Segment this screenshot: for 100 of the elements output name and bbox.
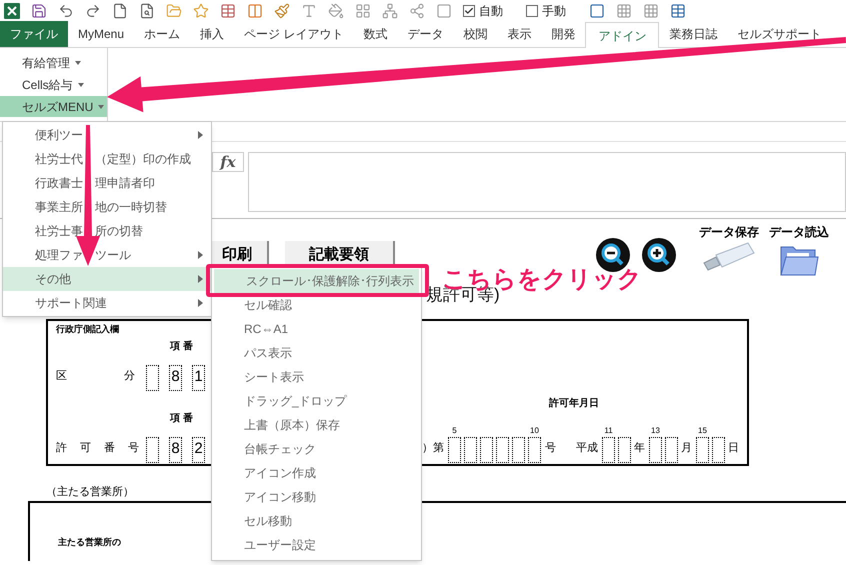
ribbon-tab[interactable]: 校閲	[453, 21, 498, 47]
share-icon[interactable]	[409, 3, 425, 19]
ribbon-tab[interactable]: 挿入	[190, 21, 234, 47]
ribbon-menu-button[interactable]: Cells給与	[0, 74, 107, 95]
ribbon-tab[interactable]: アドイン	[585, 22, 660, 48]
digit-box[interactable]	[496, 436, 509, 462]
data-button-label: データ保存	[699, 224, 759, 241]
menu-item[interactable]: セル移動	[212, 509, 421, 533]
menu-item[interactable]: サポート関連	[3, 291, 211, 315]
number-suffix: 号	[545, 441, 556, 456]
menu-item[interactable]: RC⇔A1	[212, 317, 421, 341]
digit-box[interactable]	[480, 436, 493, 462]
menu-item[interactable]: 社労士代 （定型）印の作成	[3, 147, 211, 171]
menu-item[interactable]: 上書（原本）保存	[212, 413, 421, 437]
ribbon-tab[interactable]: 数式	[353, 21, 398, 47]
dropdown-caret-icon	[75, 60, 81, 64]
menu-item[interactable]: アイコン作成	[212, 461, 421, 485]
menu-item[interactable]: 事業主所 地の一時切替	[3, 195, 211, 219]
shape-icon[interactable]	[436, 3, 452, 19]
diagram-icon[interactable]	[382, 3, 398, 19]
ribbon-menu-button[interactable]: 有給管理	[0, 52, 107, 73]
ribbon-tab[interactable]: セルズサポート	[727, 21, 832, 47]
font-color-icon[interactable]	[301, 3, 317, 19]
digit-box[interactable]: 1	[192, 364, 205, 390]
ribbon-menu-button[interactable]: セルズMENU	[0, 96, 107, 117]
menu-item[interactable]: 便利ツー	[3, 123, 211, 147]
digit-box[interactable]	[696, 436, 709, 462]
checkbox[interactable]	[526, 5, 538, 17]
save-icon[interactable]	[31, 3, 47, 19]
submenu-arrow-icon	[198, 299, 203, 307]
ribbon-tab[interactable]: 業務日誌	[659, 21, 728, 47]
era-label: 平成	[576, 441, 598, 456]
digit-box[interactable]	[464, 436, 477, 462]
submenu-arrow-icon	[198, 275, 203, 283]
menu-item[interactable]: ユーザー設定	[212, 533, 421, 557]
digit-box[interactable]: 2	[192, 436, 205, 462]
ribbon-tab[interactable]: ページ レイアウト	[234, 21, 354, 47]
ribbon-tab[interactable]: MyMenu	[68, 21, 134, 47]
dropdown-caret-icon	[98, 104, 104, 108]
menu-item[interactable]: 台帳チェック	[212, 437, 421, 461]
menu-item[interactable]: セル確認	[212, 293, 421, 317]
digit-box[interactable]	[712, 436, 725, 462]
item-number-caption: 項 番	[170, 412, 193, 424]
window-frame-icon[interactable]	[589, 3, 605, 19]
column-number: 13	[651, 426, 660, 434]
menu-item[interactable]: パス表示	[212, 341, 421, 365]
checkbox[interactable]	[463, 5, 475, 17]
column-number: 5	[452, 426, 457, 434]
function-button[interactable]: fx	[212, 152, 244, 172]
digit-box[interactable]	[448, 436, 461, 462]
ribbon-tab[interactable]: 表示	[497, 21, 542, 47]
field-label: 主たる営業所の	[58, 536, 121, 546]
date-caption: 許可年月日	[549, 396, 599, 410]
table-icon[interactable]	[220, 3, 236, 19]
column-number: 10	[530, 426, 539, 434]
document-icon[interactable]	[112, 3, 128, 19]
fill-color-icon[interactable]	[328, 3, 344, 19]
digit-box[interactable]	[146, 364, 159, 390]
date-unit: 日	[728, 441, 739, 456]
column-number: 11	[604, 426, 613, 434]
digit-box[interactable]	[512, 436, 525, 462]
date-unit: 月	[681, 441, 692, 456]
menu-item[interactable]: ドラッグ_ドロップ	[212, 389, 421, 413]
window-icon[interactable]	[247, 3, 263, 19]
redo-icon[interactable]	[85, 3, 101, 19]
field-label: 分	[124, 369, 136, 384]
brush-icon[interactable]	[274, 3, 290, 19]
grid-lines-icon[interactable]	[643, 3, 659, 19]
data-button-label: データ読込	[769, 224, 829, 241]
section-heading: （主たる営業所）	[46, 484, 134, 500]
table-grid-icon[interactable]	[670, 3, 686, 19]
menu-item[interactable]: アイコン移動	[212, 485, 421, 509]
ribbon-tab[interactable]: 開発	[541, 21, 586, 47]
digit-box[interactable]: 8	[169, 436, 182, 462]
menu-item[interactable]: 行政書士 理申請者印	[3, 171, 211, 195]
ribbon-tab[interactable]: ファイル	[0, 21, 68, 47]
digit-box[interactable]	[649, 436, 662, 462]
grid-icon[interactable]	[616, 3, 632, 19]
undo-icon[interactable]	[58, 3, 74, 19]
number-prefix: ）第	[422, 441, 444, 456]
menu-item[interactable]: シート表示	[212, 365, 421, 389]
menu-item[interactable]: 社労士事 所の切替	[3, 219, 211, 243]
spreadsheet-logo-icon[interactable]	[4, 3, 20, 19]
formula-input[interactable]	[248, 152, 846, 212]
digit-box[interactable]	[146, 436, 159, 462]
digit-box[interactable]: 8	[169, 364, 182, 390]
zoom-in-icon[interactable]	[641, 237, 677, 273]
digit-box[interactable]	[665, 436, 678, 462]
print-preview-icon[interactable]	[139, 3, 155, 19]
dropdown-caret-icon	[78, 82, 84, 86]
menu-item[interactable]: その他	[3, 267, 211, 291]
star-icon[interactable]	[193, 3, 209, 19]
digit-box[interactable]	[602, 436, 615, 462]
form-heading: 行政庁側記入欄	[56, 323, 119, 336]
ribbon-tab[interactable]: データ	[397, 21, 454, 47]
checkbox-label: 自動	[479, 3, 503, 20]
digit-box[interactable]	[618, 436, 631, 462]
menu-item[interactable]: スクロール･保護解除･行列表示	[214, 269, 419, 293]
ribbon-tab[interactable]: ホーム	[134, 21, 190, 47]
digit-box[interactable]	[528, 436, 541, 462]
